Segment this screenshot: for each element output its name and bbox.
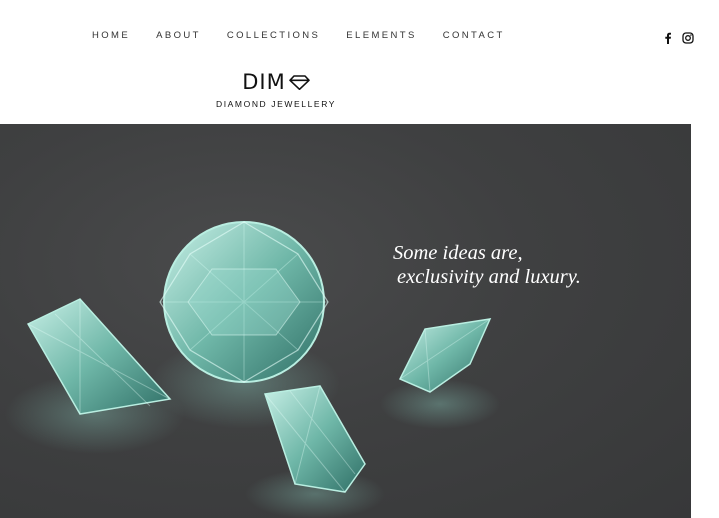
main-navigation: HOME ABOUT COLLECTIONS ELEMENTS CONTACT <box>92 31 531 41</box>
diamond-outline-icon <box>288 74 310 90</box>
logo-mark: DIM <box>214 70 338 94</box>
hero-tagline: Some ideas are, exclusivity and luxury. <box>393 241 581 289</box>
hero-tagline-line1: Some ideas are, <box>393 242 523 264</box>
nav-item-contact[interactable]: CONTACT <box>443 31 505 41</box>
hero-banner: Some ideas are, exclusivity and luxury. <box>0 124 691 518</box>
nav-item-about[interactable]: ABOUT <box>156 31 201 41</box>
nav-item-home[interactable]: HOME <box>92 31 130 41</box>
facebook-icon[interactable] <box>662 32 674 44</box>
site-logo[interactable]: DIM DIAMOND JEWELLERY <box>214 70 338 110</box>
social-links <box>662 32 694 44</box>
logo-wordmark: DIM <box>242 70 286 94</box>
nav-item-elements[interactable]: ELEMENTS <box>346 31 416 41</box>
right-diamond <box>398 318 492 393</box>
diamonds-image <box>5 221 500 518</box>
hero-tagline-line2: exclusivity and luxury. <box>397 266 581 288</box>
instagram-icon[interactable] <box>682 32 694 44</box>
nav-item-collections[interactable]: COLLECTIONS <box>227 31 320 41</box>
logo-subtitle: DIAMOND JEWELLERY <box>215 99 337 109</box>
